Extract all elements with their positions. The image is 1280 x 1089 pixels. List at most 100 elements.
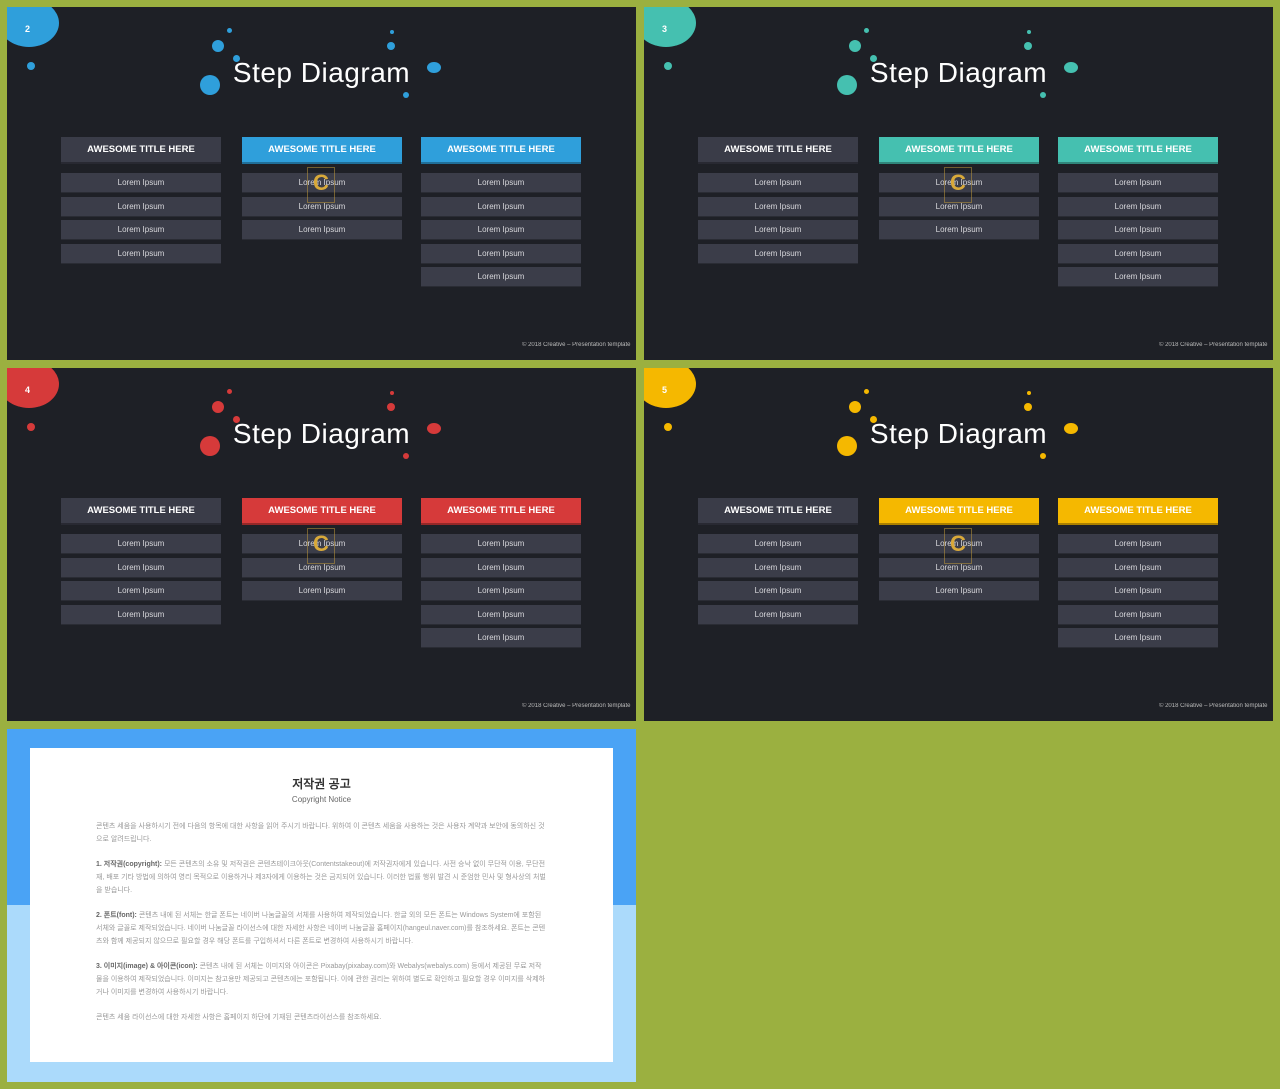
step-item: Lorem Ipsum [698, 581, 858, 601]
paint-splash [390, 30, 394, 34]
slide-title: Step Diagram [869, 57, 1048, 88]
slide-title: Step Diagram [232, 57, 411, 88]
paint-splash [1027, 391, 1031, 395]
paint-splash [1040, 92, 1046, 98]
copyright-section-2: 2. 폰트(font): 콘텐츠 내에 된 서체는 한글 폰트는 네이버 나눔글… [96, 909, 547, 948]
step-item: Lorem Ipsum [1058, 628, 1218, 648]
column-header: AWESOME TITLE HERE [61, 498, 221, 525]
paint-splash [666, 39, 670, 43]
step-column: AWESOME TITLE HERE Lorem Ipsum Lorem Ipsum… [61, 137, 221, 267]
paint-splash [387, 403, 395, 411]
paint-splash [7, 368, 59, 408]
watermark-logo: C [307, 528, 335, 564]
step-column: AWESOME TITLE HERE Lorem Ipsum Lorem Ipsum… [698, 137, 858, 267]
step-item: Lorem Ipsum [421, 628, 581, 648]
slide-title: Step Diagram [232, 418, 411, 449]
section-label: 3. 이미지(image) & 아이콘(icon): [96, 963, 198, 970]
column-header: AWESOME TITLE HERE [1058, 498, 1218, 525]
slide-footer: © 2018 Creative – Presentation template [1159, 342, 1268, 348]
step-item: Lorem Ipsum [1058, 173, 1218, 193]
paint-splash [227, 389, 232, 394]
step-item: Lorem Ipsum [61, 534, 221, 554]
step-item: Lorem Ipsum [879, 581, 1039, 601]
slide-number: 2 [25, 24, 31, 34]
step-item: Lorem Ipsum [61, 220, 221, 240]
column-header: AWESOME TITLE HERE [879, 137, 1039, 164]
step-item: Lorem Ipsum [698, 220, 858, 240]
section-label: 1. 저작권(copyright): [96, 861, 162, 868]
section-text: 모든 콘텐츠의 소유 및 저작권은 콘텐츠테이크아웃(Contentstakeo… [96, 861, 546, 894]
paint-splash [403, 453, 409, 459]
step-item: Lorem Ipsum [421, 604, 581, 625]
paint-splash [29, 400, 33, 404]
paint-splash [7, 7, 59, 47]
copyright-subtitle: Copyright Notice [291, 795, 352, 804]
paint-splash [212, 40, 224, 52]
step-item: Lorem Ipsum [421, 581, 581, 601]
copyright-intro: 콘텐츠 세움을 사용하시기 전에 다음의 항목에 대한 사항을 읽어 주시기 바… [96, 823, 545, 843]
step-item: Lorem Ipsum [242, 581, 402, 601]
step-item: Lorem Ipsum [421, 267, 581, 287]
slide-footer: © 2018 Creative – Presentation template [522, 703, 631, 709]
paint-splash [387, 42, 395, 50]
step-column: AWESOME TITLE HERE Lorem Ipsum Lorem Ipsum… [1058, 137, 1218, 291]
step-item: Lorem Ipsum [698, 534, 858, 554]
step-item: Lorem Ipsum [698, 243, 858, 264]
paint-splash [849, 40, 861, 52]
step-item: Lorem Ipsum [421, 196, 581, 217]
step-item: Lorem Ipsum [698, 557, 858, 578]
step-column: AWESOME TITLE HERE Lorem Ipsum Lorem Ipsum… [421, 498, 581, 652]
step-item: Lorem Ipsum [1058, 220, 1218, 240]
step-item: Lorem Ipsum [698, 196, 858, 217]
copyright-title: 저작권 공고 [292, 777, 351, 791]
step-item: Lorem Ipsum [421, 557, 581, 578]
step-item: Lorem Ipsum [61, 557, 221, 578]
slide-number: 5 [662, 385, 668, 395]
paint-splash [227, 28, 232, 33]
paint-splash [390, 391, 394, 395]
copyright-slide: 저작권 공고 Copyright Notice 콘텐츠 세움을 사용하시기 전에… [7, 729, 636, 1082]
step-item: Lorem Ipsum [421, 243, 581, 264]
step-column: AWESOME TITLE HERE Lorem Ipsum Lorem Ipsum… [698, 498, 858, 628]
step-item: Lorem Ipsum [1058, 267, 1218, 287]
column-header: AWESOME TITLE HERE [1058, 137, 1218, 164]
watermark-logo: C [944, 528, 972, 564]
slide-number: 3 [662, 24, 668, 34]
paint-splash [403, 92, 409, 98]
slide-footer: © 2018 Creative – Presentation template [522, 342, 631, 348]
step-item: Lorem Ipsum [61, 604, 221, 625]
paint-splash [644, 7, 696, 47]
column-header: AWESOME TITLE HERE [879, 498, 1039, 525]
copyright-section-3: 3. 이미지(image) & 아이콘(icon): 콘텐츠 내에 된 서체는 … [96, 960, 547, 999]
slide-title: Step Diagram [869, 418, 1048, 449]
column-header: AWESOME TITLE HERE [698, 498, 858, 525]
column-header: AWESOME TITLE HERE [242, 498, 402, 525]
step-item: Lorem Ipsum [1058, 196, 1218, 217]
step-item: Lorem Ipsum [1058, 581, 1218, 601]
column-header: AWESOME TITLE HERE [698, 137, 858, 164]
paint-splash [666, 400, 670, 404]
column-header: AWESOME TITLE HERE [242, 137, 402, 164]
copyright-outro: 콘텐츠 세움 라이선스에 대한 자세한 사항은 홈페이지 하단에 기재된 콘텐츠… [96, 1014, 382, 1021]
watermark-logo: C [307, 167, 335, 203]
step-item: Lorem Ipsum [1058, 243, 1218, 264]
step-item: Lorem Ipsum [61, 196, 221, 217]
step-item: Lorem Ipsum [242, 220, 402, 240]
step-item: Lorem Ipsum [61, 173, 221, 193]
step-column: AWESOME TITLE HERE Lorem Ipsum Lorem Ipsum… [1058, 498, 1218, 652]
watermark-logo: C [944, 167, 972, 203]
step-item: Lorem Ipsum [1058, 534, 1218, 554]
step-item: Lorem Ipsum [61, 581, 221, 601]
paint-splash [1024, 42, 1032, 50]
paint-splash [864, 28, 869, 33]
paint-splash [1024, 403, 1032, 411]
step-item: Lorem Ipsum [61, 243, 221, 264]
step-item: Lorem Ipsum [698, 604, 858, 625]
column-header: AWESOME TITLE HERE [61, 137, 221, 164]
column-header: AWESOME TITLE HERE [421, 137, 581, 164]
column-header: AWESOME TITLE HERE [421, 498, 581, 525]
step-item: Lorem Ipsum [698, 173, 858, 193]
paint-splash [849, 401, 861, 413]
paint-splash [864, 389, 869, 394]
step-column: AWESOME TITLE HERE Lorem Ipsum Lorem Ipsum… [421, 137, 581, 291]
